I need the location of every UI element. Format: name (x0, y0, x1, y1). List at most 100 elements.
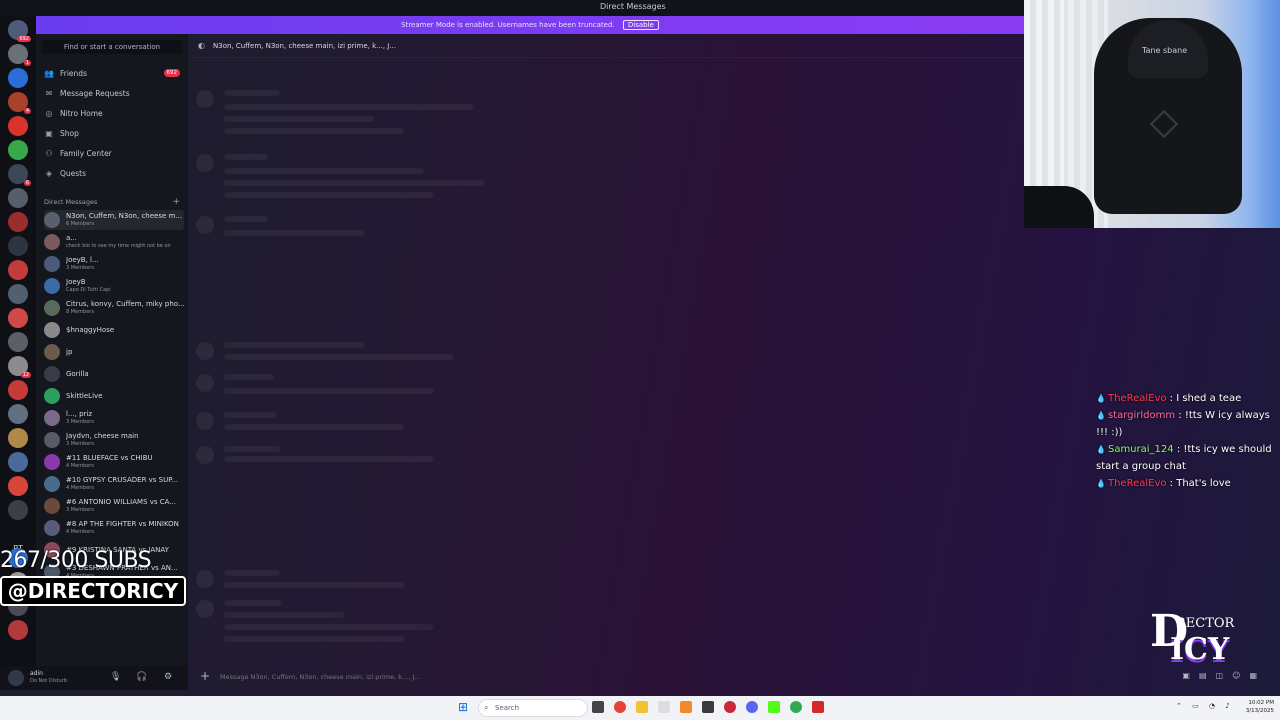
dm-list-item[interactable]: Jaydvn, cheese main 3 Members (44, 430, 184, 450)
terminal-icon[interactable] (702, 701, 714, 713)
dm-list-item[interactable]: Gorilla (44, 364, 184, 384)
server-icon[interactable] (8, 332, 28, 352)
disable-streamer-mode-button[interactable]: Disable (622, 20, 659, 30)
windows-taskbar: ⊞ ⌕ Search ⌃ ▭ ◔ ♪ 10:02 PM 3/13/2025 (0, 696, 1280, 720)
attach-plus-icon[interactable]: + (200, 669, 210, 683)
create-dm-icon[interactable]: + (172, 197, 180, 207)
dm-list-item[interactable]: #6 ANTONIO WILLIAMS vs CA... 3 Members (44, 496, 184, 516)
windows-start-icon[interactable]: ⊞ (458, 701, 470, 713)
server-icon[interactable] (8, 452, 28, 472)
server-icon[interactable] (8, 260, 28, 280)
discord-icon[interactable] (746, 701, 758, 713)
placeholder-line (224, 116, 374, 122)
obs-icon[interactable] (724, 701, 736, 713)
dm-list-item[interactable]: $hnaggyHose (44, 320, 184, 340)
chat-badge-icon: 💧 (1096, 394, 1106, 403)
dm-list-item[interactable]: JoeyB, l... 3 Members (44, 254, 184, 274)
emoji-icon[interactable]: ☺ (1232, 671, 1249, 680)
server-icon[interactable] (8, 308, 28, 328)
server-icon[interactable] (8, 500, 28, 520)
apps-icon[interactable]: ▦ (1249, 671, 1266, 680)
group-dm-icon: ◐ (198, 41, 205, 50)
user-panel: adin Do Not Disturb 🎙 🎧 ⚙ (0, 666, 188, 690)
chrome-icon[interactable] (614, 701, 626, 713)
taskview-icon[interactable] (592, 701, 604, 713)
nav-item-friends[interactable]: 👥 Friends 692 (44, 64, 180, 82)
headphones-icon[interactable]: 🎧 (136, 672, 147, 682)
server-icon[interactable]: 4 (8, 92, 31, 114)
dm-avatar (44, 388, 60, 404)
server-icon[interactable] (8, 476, 28, 496)
server-icon[interactable] (8, 380, 28, 400)
server-icon[interactable] (8, 68, 28, 88)
nav-item-message-requests[interactable]: ✉ Message Requests (44, 84, 180, 102)
server-icon[interactable]: 1 (8, 44, 31, 66)
sticker-icon[interactable]: ◫ (1216, 671, 1233, 680)
quests-icon: ◈ (45, 168, 53, 178)
capture-icon[interactable] (812, 701, 824, 713)
placeholder-avatar (196, 446, 214, 464)
server-icon[interactable] (8, 236, 28, 256)
message-input[interactable] (220, 670, 1120, 684)
dm-avatar (44, 366, 60, 382)
stream-chat-message: 💧 stargirldomm : !tts W icy always !!! :)… (1096, 407, 1272, 441)
server-icon[interactable] (8, 212, 28, 232)
dm-avatar (44, 344, 60, 360)
server-icon[interactable] (8, 620, 28, 640)
dm-avatar (44, 234, 60, 250)
find-conversation-input[interactable]: Find or start a conversation (42, 40, 182, 54)
dm-name: $hnaggyHose (66, 326, 115, 334)
server-icon[interactable] (8, 140, 28, 160)
chat-separator: : (1166, 393, 1177, 404)
dm-list-item[interactable]: JoeyB Capo Di Tutti Capi (44, 276, 184, 296)
placeholder-line (224, 424, 404, 430)
file-explorer-icon[interactable] (636, 701, 648, 713)
taskbar-search[interactable]: ⌕ Search (478, 699, 588, 717)
placeholder-avatar (196, 90, 214, 108)
server-icon[interactable] (8, 428, 28, 448)
server-icon[interactable] (8, 284, 28, 304)
family-icon: ⚇ (45, 148, 53, 158)
shop-icon: ▣ (45, 128, 53, 138)
user-status: Do Not Disturb (30, 678, 68, 684)
server-icon[interactable] (8, 116, 28, 136)
dm-list-item[interactable]: #8 AP THE FIGHTER vs MINIKON 4 Members (44, 518, 184, 538)
nav-item-shop[interactable]: ▣ Shop (44, 124, 180, 142)
kick-icon[interactable] (768, 701, 780, 713)
dm-avatar (44, 256, 60, 272)
browser-icon[interactable] (790, 701, 802, 713)
nav-item-quests[interactable]: ◈ Quests (44, 164, 180, 182)
server-icon[interactable]: 692 (8, 20, 31, 42)
dm-list-item[interactable]: l..., priz 3 Members (44, 408, 184, 428)
nav-item-nitro-home[interactable]: ◎ Nitro Home (44, 104, 180, 122)
chair-brand-text: Tane sbane (1142, 46, 1188, 55)
server-icon[interactable]: 12 (8, 356, 31, 378)
gift-icon[interactable]: ▣ (1182, 671, 1199, 680)
director-icy-logo: D RECTOR ICY (1150, 606, 1242, 670)
microphone-icon[interactable]: 🎙 (110, 672, 121, 682)
placeholder-line (224, 192, 434, 198)
server-icon[interactable] (8, 404, 28, 424)
server-icon[interactable]: 6 (8, 164, 31, 186)
dm-list-item[interactable]: jp (44, 342, 184, 362)
nav-item-family-center[interactable]: ⚇ Family Center (44, 144, 180, 162)
dm-name: jp (66, 348, 73, 356)
dm-list-item[interactable]: SkittleLive (44, 386, 184, 406)
notepad-icon[interactable] (658, 701, 670, 713)
nav-item-label: Nitro Home (60, 108, 103, 118)
taskbar-clock[interactable]: 10:02 PM 3/13/2025 (1240, 699, 1274, 715)
dm-list-item[interactable]: #11 BLUEFACE vs CHIBU 4 Members (44, 452, 184, 472)
dm-list-item[interactable]: N3on, Cuffem, N3on, cheese m... 6 Members (44, 210, 184, 230)
gif-icon[interactable]: ▤ (1199, 671, 1216, 680)
server-icon[interactable] (8, 188, 28, 208)
gear-icon[interactable]: ⚙ (164, 672, 172, 682)
user-avatar[interactable] (8, 670, 24, 686)
dm-avatar (44, 300, 60, 316)
dm-list-item[interactable]: a... check bio to see my time might not b… (44, 232, 184, 252)
app-icon[interactable] (680, 701, 692, 713)
chat-text: I shed a teae (1176, 393, 1242, 404)
system-tray[interactable]: ⌃ ▭ ◔ ♪ (1176, 702, 1234, 710)
dm-list-item[interactable]: #10 GYPSY CRUSADER vs SUP... 4 Members (44, 474, 184, 494)
placeholder-line (224, 456, 434, 462)
dm-list-item[interactable]: Citrus, konvy, Cuffem, miky pho... 8 Memb… (44, 298, 184, 318)
